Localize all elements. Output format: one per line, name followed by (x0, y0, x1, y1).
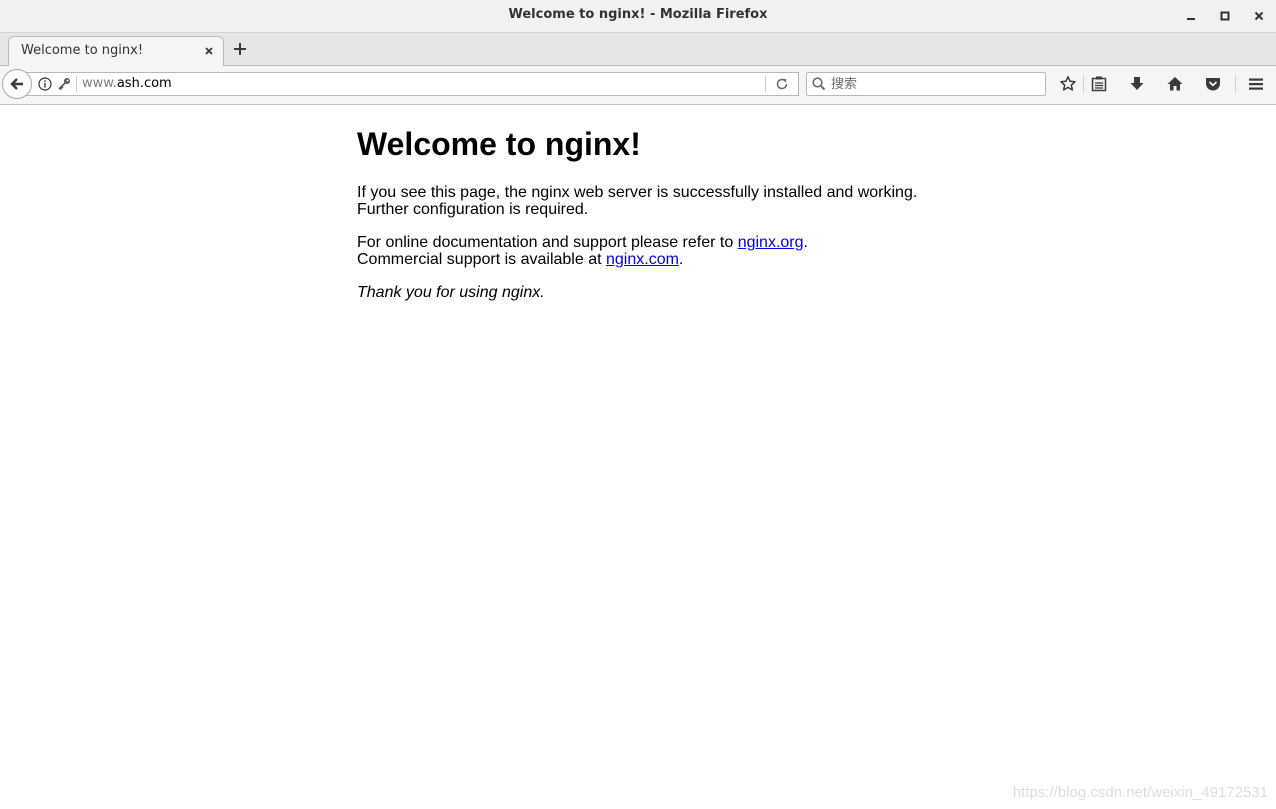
tab-close-button[interactable] (201, 43, 217, 59)
home-button[interactable] (1165, 74, 1185, 94)
download-arrow-icon (1130, 77, 1144, 90)
nginx-com-link[interactable]: nginx.com (606, 251, 679, 268)
url-bar[interactable]: www.ash.com (24, 72, 799, 96)
intro-paragraph: If you see this page, the nginx web serv… (357, 184, 997, 218)
search-icon[interactable] (811, 76, 827, 92)
page-content: Welcome to nginx! If you see this page, … (0, 105, 1276, 809)
url-prefix: www. (82, 76, 117, 91)
minimize-button[interactable] (1181, 6, 1201, 26)
close-window-button[interactable] (1249, 6, 1269, 26)
back-arrow-icon (10, 78, 23, 90)
search-bar[interactable] (806, 72, 1046, 96)
window-title: Welcome to nginx! - Mozilla Firefox (508, 7, 768, 22)
commercial-text: Commercial support is available at (357, 251, 606, 268)
home-icon (1167, 77, 1183, 91)
plus-icon (234, 43, 246, 55)
title-bar: Welcome to nginx! - Mozilla Firefox (0, 0, 1276, 33)
close-icon (205, 47, 213, 55)
search-input[interactable] (829, 74, 1043, 94)
clipboard-icon (1091, 76, 1107, 92)
reload-icon (776, 78, 788, 90)
url-text[interactable]: www.ash.com (82, 73, 172, 95)
navigation-toolbar: www.ash.com (0, 66, 1276, 105)
intro-line-2: Further configuration is required. (357, 201, 589, 218)
intro-line-1: If you see this page, the nginx web serv… (357, 184, 918, 201)
url-bar-divider (76, 76, 77, 92)
close-icon (1254, 11, 1264, 21)
reload-button[interactable] (774, 76, 790, 92)
downloads-button[interactable] (1127, 74, 1147, 94)
key-icon[interactable] (57, 77, 71, 91)
page-heading: Welcome to nginx! (357, 126, 641, 162)
browser-window: Welcome to nginx! - Mozilla Firefox Welc… (0, 0, 1276, 809)
new-tab-button[interactable] (230, 39, 250, 59)
hamburger-icon (1249, 78, 1263, 90)
toolbar-divider (1083, 75, 1084, 93)
url-bar-divider (765, 76, 766, 92)
docs-period: . (803, 234, 808, 251)
maximize-icon (1220, 11, 1230, 21)
docs-text: For online documentation and support ple… (357, 234, 738, 251)
support-paragraph: For online documentation and support ple… (357, 234, 997, 268)
minimize-icon (1187, 18, 1195, 20)
reading-list-button[interactable] (1089, 74, 1109, 94)
nginx-org-link[interactable]: nginx.org (738, 234, 804, 251)
thank-you-text: Thank you for using nginx. (357, 284, 545, 301)
maximize-button[interactable] (1215, 6, 1235, 26)
url-host: ash.com (116, 76, 172, 91)
bookmark-button[interactable] (1058, 74, 1078, 94)
star-icon (1060, 76, 1076, 91)
menu-button[interactable] (1246, 74, 1266, 94)
tab-welcome-to-nginx[interactable]: Welcome to nginx! (8, 36, 224, 66)
tab-title: Welcome to nginx! (21, 43, 144, 58)
tab-strip: Welcome to nginx! (0, 33, 1276, 66)
back-button[interactable] (2, 69, 32, 99)
pocket-icon (1206, 78, 1220, 91)
commercial-period: . (678, 251, 684, 268)
info-icon[interactable] (38, 77, 52, 91)
watermark: https://blog.csdn.net/weixin_49172531 (1012, 784, 1268, 801)
toolbar-divider (1235, 75, 1236, 93)
pocket-button[interactable] (1203, 74, 1223, 94)
